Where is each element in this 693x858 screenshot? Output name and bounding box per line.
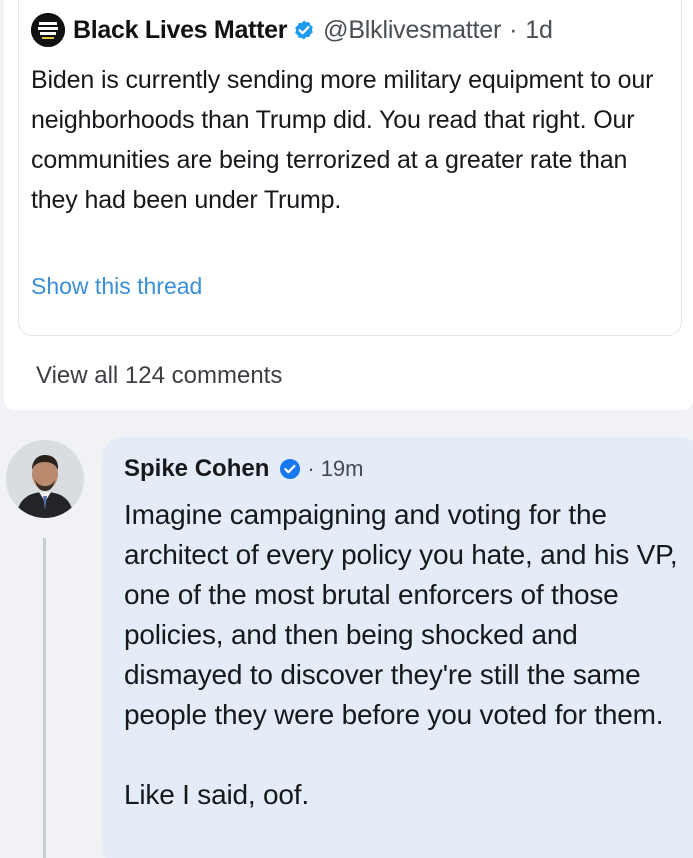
- shared-post-card: Black Lives Matter @Blklivesmatter · 1d …: [4, 0, 693, 410]
- tweet-header: Black Lives Matter @Blklivesmatter · 1d: [31, 10, 553, 50]
- view-all-comments-link[interactable]: View all 124 comments: [36, 362, 282, 390]
- comment-bubble: Spike Cohen · 19m Imagine campaigning an…: [102, 437, 693, 858]
- tweet-text: Biden is currently sending more military…: [31, 66, 654, 214]
- thread-line: [43, 538, 46, 858]
- comment-text: Imagine campaigning and voting for the a…: [124, 495, 693, 815]
- avatar[interactable]: [6, 440, 84, 518]
- tweet-age[interactable]: 1d: [525, 16, 553, 45]
- social-feed: Black Lives Matter @Blklivesmatter · 1d …: [0, 0, 693, 858]
- meta-separator: ·: [509, 15, 518, 44]
- show-thread-link[interactable]: Show this thread: [31, 273, 202, 300]
- tweet-author-name[interactable]: Black Lives Matter: [73, 16, 287, 45]
- verified-badge-icon: [293, 19, 315, 41]
- blm-logo-icon[interactable]: [31, 13, 65, 47]
- verified-badge-icon: [279, 458, 301, 480]
- comment-paragraph: Imagine campaigning and voting for the a…: [124, 499, 678, 730]
- comment-author-name[interactable]: Spike Cohen: [124, 455, 269, 483]
- comment-separator: ·: [307, 456, 315, 481]
- comment-paragraph: Like I said, oof.: [124, 779, 309, 810]
- tweet-handle[interactable]: @Blklivesmatter: [323, 16, 501, 45]
- comment-header: Spike Cohen · 19m: [124, 455, 363, 483]
- comment-timestamp[interactable]: 19m: [321, 456, 364, 482]
- embedded-tweet[interactable]: Black Lives Matter @Blklivesmatter · 1d …: [18, 0, 682, 336]
